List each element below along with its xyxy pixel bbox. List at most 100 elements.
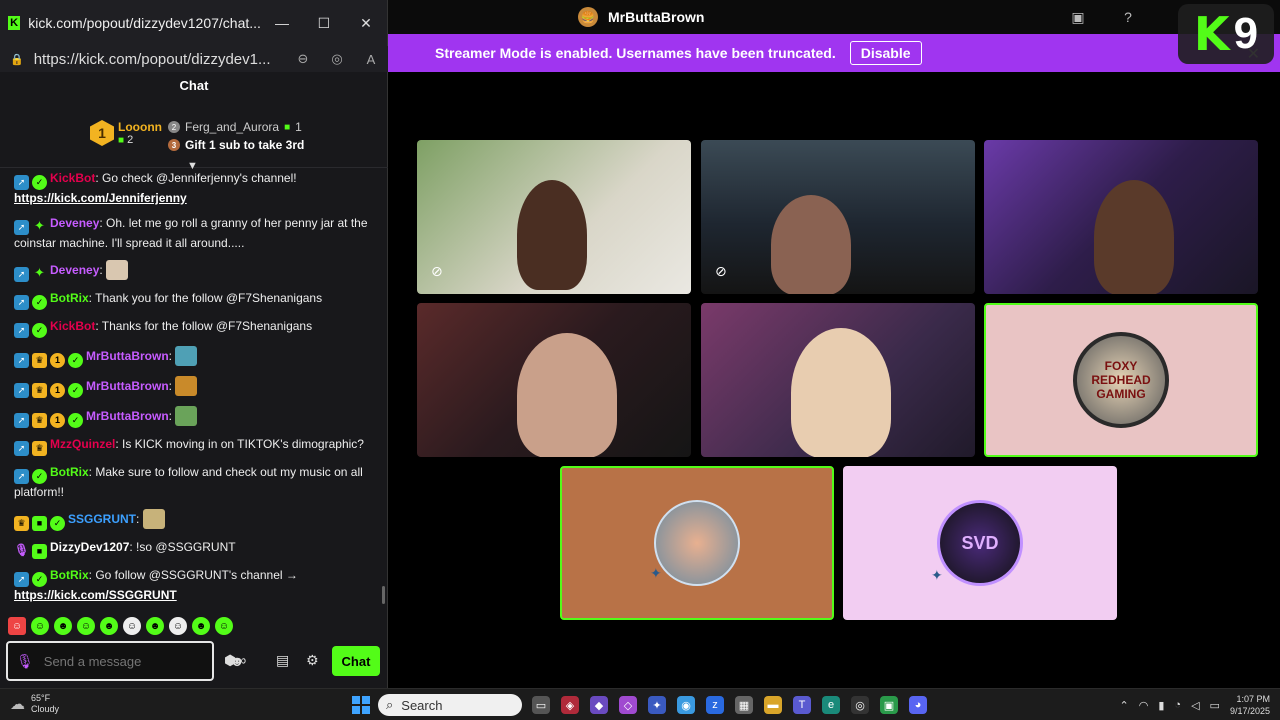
- chat-username[interactable]: MrButtaBrown: [86, 379, 169, 393]
- url-text[interactable]: https://kick.com/popout/dizzydev1...: [34, 51, 286, 68]
- discord-icon[interactable]: ◕: [909, 696, 927, 714]
- bot-badge-icon[interactable]: ➚: [14, 220, 29, 235]
- chat-username[interactable]: MrButtaBrown: [86, 349, 169, 363]
- leaderboard-first[interactable]: 1 Looonn ■ 2: [90, 120, 162, 146]
- app-icon[interactable]: ◇: [619, 696, 637, 714]
- bot-badge-icon[interactable]: ➚: [14, 323, 29, 338]
- obs-icon[interactable]: ◎: [851, 696, 869, 714]
- gift-badge-icon[interactable]: ■: [32, 544, 47, 559]
- emote-icon[interactable]: ☻: [192, 617, 210, 635]
- start-button-icon[interactable]: [352, 696, 370, 714]
- verified-badge-icon[interactable]: ✓: [32, 175, 47, 190]
- verified-badge-icon[interactable]: ✓: [68, 353, 83, 368]
- cast-icon[interactable]: ▣: [1068, 7, 1088, 27]
- emote-sets-icon[interactable]: ⬢∞: [224, 652, 246, 669]
- chrome-icon[interactable]: ◉: [677, 696, 695, 714]
- mic-icon[interactable]: 🎙: [16, 653, 34, 670]
- leaderboard-cta[interactable]: 3 Gift 1 sub to take 3rd: [168, 138, 304, 152]
- address-bar[interactable]: 🔒 https://kick.com/popout/dizzydev1... ⊖…: [0, 46, 388, 72]
- verified-badge-icon[interactable]: ✓: [32, 469, 47, 484]
- app-icon[interactable]: ✦: [648, 696, 666, 714]
- chat-link[interactable]: https://kick.com/Jenniferjenny: [14, 191, 187, 205]
- bot-badge-icon[interactable]: ➚: [14, 383, 29, 398]
- bot-badge-icon[interactable]: ➚: [14, 413, 29, 428]
- chat-link[interactable]: https://kick.com/SSGGRUNT: [14, 588, 177, 602]
- minimize-icon[interactable]: —: [261, 15, 303, 31]
- verified-badge-icon[interactable]: ✓: [32, 323, 47, 338]
- emote-icon[interactable]: ☺: [215, 617, 233, 635]
- chat-username[interactable]: KickBot: [50, 171, 95, 185]
- zoom-icon[interactable]: ⊖: [286, 51, 320, 67]
- volume-icon[interactable]: ◁: [1191, 699, 1199, 712]
- file-explorer-icon[interactable]: ▬: [764, 696, 782, 714]
- chat-username[interactable]: SSGGRUNT: [68, 512, 136, 526]
- help-icon[interactable]: ?: [1118, 7, 1138, 27]
- broadcaster-badge-icon[interactable]: 🎙: [14, 543, 29, 558]
- video-tile-8[interactable]: SVD ✦: [843, 466, 1117, 620]
- crown-badge-icon[interactable]: ♛: [32, 441, 47, 456]
- bot-badge-icon[interactable]: ➚: [14, 295, 29, 310]
- chat-username[interactable]: BotRix: [50, 465, 89, 479]
- disable-streamer-mode-button[interactable]: Disable: [849, 41, 922, 65]
- app-icon[interactable]: ▣: [880, 696, 898, 714]
- task-view-icon[interactable]: ▭: [532, 696, 550, 714]
- bot-badge-icon[interactable]: ➚: [14, 353, 29, 368]
- wifi-icon[interactable]: ◔: [1174, 699, 1181, 711]
- chat-username[interactable]: KickBot: [50, 319, 95, 333]
- chat-username[interactable]: BotRix: [50, 568, 89, 582]
- star-badge-icon[interactable]: ✦: [32, 218, 47, 233]
- crown-badge-icon[interactable]: ♛: [32, 353, 47, 368]
- teams-icon[interactable]: T: [793, 696, 811, 714]
- settings-gear-icon[interactable]: ⚙: [306, 652, 319, 669]
- bot-badge-icon[interactable]: ➚: [14, 175, 29, 190]
- verified-badge-icon[interactable]: ✓: [32, 572, 47, 587]
- verified-badge-icon[interactable]: ✓: [50, 516, 65, 531]
- close-window-icon[interactable]: ✕: [345, 15, 387, 32]
- store-app-icon[interactable]: ▦: [735, 696, 753, 714]
- emote-icon[interactable]: ☺: [31, 617, 49, 635]
- verified-badge-icon[interactable]: ✓: [68, 413, 83, 428]
- video-tile-1[interactable]: ⊘: [417, 140, 691, 294]
- gift-badge-icon[interactable]: ■: [32, 516, 47, 531]
- message-box[interactable]: 🎙 ☻: [6, 641, 245, 681]
- chat-scrollbar[interactable]: [382, 586, 385, 604]
- video-tile-3[interactable]: [984, 140, 1258, 294]
- sub-tier-badge-icon[interactable]: 1: [50, 413, 65, 428]
- chat-username[interactable]: MrButtaBrown: [86, 409, 169, 423]
- video-tile-4[interactable]: [417, 303, 691, 457]
- sub-tier-badge-icon[interactable]: 1: [50, 353, 65, 368]
- chevron-up-icon[interactable]: ⌃: [1120, 699, 1129, 712]
- chat-emote[interactable]: [142, 509, 165, 529]
- emote-icon[interactable]: ☻: [100, 617, 118, 635]
- video-tile-7[interactable]: ✦: [560, 466, 834, 620]
- weather-widget[interactable]: ☁ 65°F Cloudy: [10, 693, 59, 715]
- bot-badge-icon[interactable]: ➚: [14, 572, 29, 587]
- crown-badge-icon[interactable]: ♛: [32, 383, 47, 398]
- zoom-app-icon[interactable]: z: [706, 696, 724, 714]
- sub-tier-badge-icon[interactable]: 1: [50, 383, 65, 398]
- emote-icon[interactable]: ☻: [146, 617, 164, 635]
- verified-badge-icon[interactable]: ✓: [68, 383, 83, 398]
- message-input[interactable]: [43, 653, 220, 669]
- bot-badge-icon[interactable]: ➚: [14, 267, 29, 282]
- video-tile-6[interactable]: FOXY REDHEAD GAMING: [984, 303, 1258, 457]
- chat-username[interactable]: BotRix: [50, 291, 89, 305]
- crown-badge-icon[interactable]: ♛: [14, 516, 29, 531]
- mic-tray-icon[interactable]: ▮: [1158, 699, 1164, 712]
- edge-icon[interactable]: e: [822, 696, 840, 714]
- clock[interactable]: 1:07 PM 9/17/2025: [1230, 693, 1270, 717]
- crown-badge-icon[interactable]: ♛: [32, 413, 47, 428]
- battery-icon[interactable]: ▭: [1210, 699, 1220, 712]
- headset-icon[interactable]: ◠: [1139, 699, 1149, 712]
- bot-badge-icon[interactable]: ➚: [14, 469, 29, 484]
- send-chat-button[interactable]: Chat: [332, 646, 380, 676]
- chat-username[interactable]: Deveney: [50, 263, 99, 277]
- chat-emote[interactable]: [175, 376, 198, 396]
- verified-badge-icon[interactable]: ✓: [32, 295, 47, 310]
- emote-icon[interactable]: ☺: [123, 617, 141, 635]
- store-icon[interactable]: ▤: [276, 652, 289, 669]
- maximize-icon[interactable]: ☐: [303, 15, 345, 32]
- emote-icon[interactable]: ☺: [8, 617, 26, 635]
- bot-badge-icon[interactable]: ➚: [14, 441, 29, 456]
- video-tile-5[interactable]: [701, 303, 975, 457]
